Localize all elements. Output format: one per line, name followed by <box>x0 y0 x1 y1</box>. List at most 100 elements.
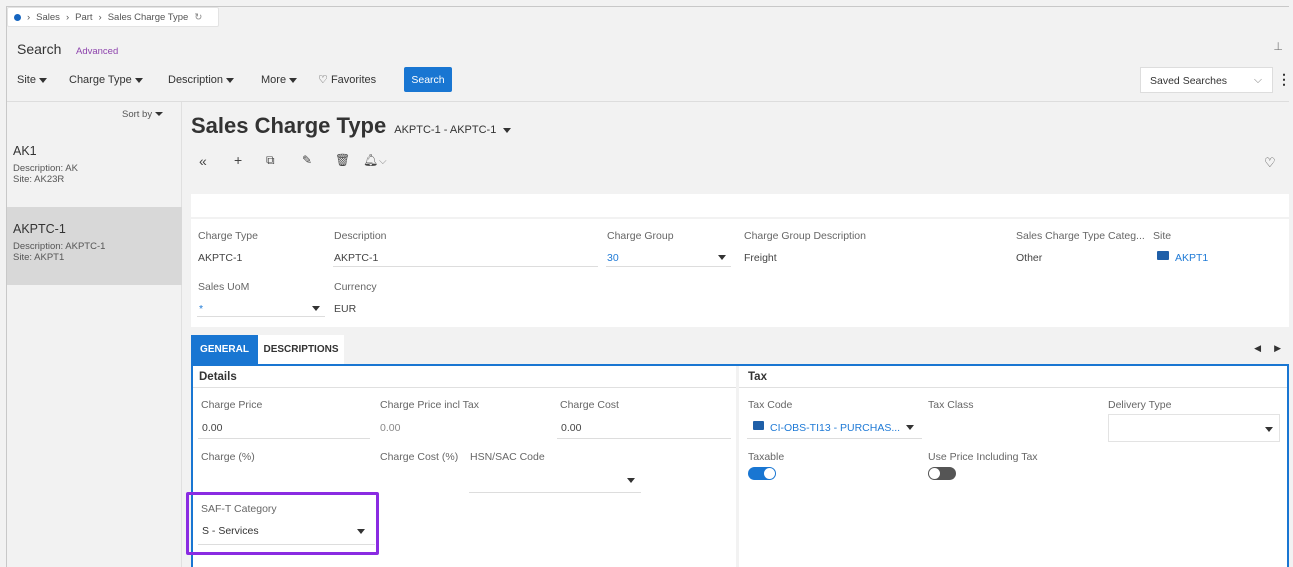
delete-icon[interactable]: 🗑 <box>335 153 350 167</box>
hsn-label: HSN/SAC Code <box>470 451 545 463</box>
chevron-down-icon[interactable] <box>1265 427 1273 432</box>
edit-icon[interactable]: ✎ <box>302 153 312 167</box>
tax-title: Tax <box>748 371 767 383</box>
taxable-label: Taxable <box>748 451 785 463</box>
filter-description[interactable]: Description <box>168 74 235 86</box>
tax-code-icon <box>753 421 764 430</box>
header-form: Charge Type AKPTC-1 Description AKPTC-1 … <box>191 219 1289 327</box>
chevron-down-icon <box>134 77 143 83</box>
bell-icon[interactable]: 🔔︎ <box>363 153 378 167</box>
charge-group-label: Charge Group <box>607 230 674 242</box>
tab-scroll-right-icon[interactable]: ▶ <box>1274 343 1281 354</box>
charge-group-desc-label: Charge Group Description <box>744 230 866 242</box>
breadcrumb-item-current: Sales Charge Type <box>107 11 189 23</box>
pin-icon[interactable]: ⊥ <box>1273 40 1283 53</box>
tax-class-label: Tax Class <box>928 399 974 411</box>
filter-more[interactable]: More <box>261 74 298 86</box>
charge-price-label: Charge Price <box>201 399 263 411</box>
charge-price-value: 0.00 <box>202 422 223 434</box>
advanced-link[interactable]: Advanced <box>76 46 118 57</box>
copy-icon[interactable]: ⧉ <box>266 153 275 168</box>
heart-icon: ♡ <box>318 74 328 86</box>
currency-label: Currency <box>334 281 377 293</box>
chevron-down-icon[interactable] <box>627 478 635 483</box>
chevron-down-icon[interactable]: ⌵ <box>379 156 387 167</box>
filter-site[interactable]: Site <box>17 74 48 86</box>
sales-uom-value: * <box>199 303 204 315</box>
favorites-filter[interactable]: ♡ Favorites <box>318 73 376 86</box>
header-strip <box>191 194 1289 217</box>
chevron-down-icon[interactable] <box>906 425 914 430</box>
site-value[interactable]: AKPT1 <box>1175 252 1208 264</box>
use-price-incl-toggle[interactable] <box>928 467 956 480</box>
details-title: Details <box>199 371 237 383</box>
category-label: Sales Charge Type Categ... <box>1016 230 1145 242</box>
tab-general[interactable]: GENERAL <box>191 335 258 364</box>
description-value: AKPTC-1 <box>334 252 379 264</box>
saved-searches-select[interactable]: Saved Searches ⌵ <box>1140 67 1273 93</box>
chevron-right-icon: › <box>65 11 70 23</box>
charge-group-desc-value: Freight <box>744 252 777 264</box>
charge-price-incl-label: Charge Price incl Tax <box>380 399 480 411</box>
record-list: Sort by AK1 Description: AK Site: AK23R … <box>7 102 182 567</box>
chevron-down-icon <box>39 77 48 83</box>
currency-value: EUR <box>334 303 357 315</box>
description-label: Description <box>334 230 387 242</box>
use-price-incl-label: Use Price Including Tax <box>928 451 1038 463</box>
chevron-down-icon: ⌵ <box>1254 74 1262 86</box>
breadcrumb: › Sales › Part › Sales Charge Type ↻ <box>7 7 219 27</box>
chevron-down-icon <box>289 77 298 83</box>
charge-type-label: Charge Type <box>198 230 258 242</box>
add-icon[interactable]: + <box>234 152 242 168</box>
heart-icon[interactable]: ♡ <box>1264 155 1276 171</box>
refresh-icon[interactable]: ↻ <box>194 12 202 23</box>
filter-charge-type[interactable]: Charge Type <box>69 74 143 86</box>
charge-cost-value: 0.00 <box>561 422 582 434</box>
charge-cost-field[interactable] <box>557 414 731 439</box>
page-title: Sales Charge Type <box>191 113 387 138</box>
breadcrumb-item-sales[interactable]: Sales <box>36 12 60 23</box>
delivery-type-label: Delivery Type <box>1108 399 1172 411</box>
charge-price-field[interactable] <box>198 414 370 439</box>
saft-highlight-box <box>186 492 379 555</box>
chevron-down-icon <box>226 77 235 83</box>
search-button[interactable]: Search <box>404 67 452 92</box>
tax-code-value[interactable]: CI-OBS-TI13 - PURCHAS... <box>770 422 900 434</box>
charge-group-value[interactable]: 30 <box>607 252 619 264</box>
breadcrumb-item-part[interactable]: Part <box>75 12 92 23</box>
sales-uom-select[interactable] <box>197 295 325 317</box>
charge-cost-pct-label: Charge Cost (%) <box>380 451 459 463</box>
record-selector[interactable]: AKPTC-1 - AKPTC-1 <box>394 124 512 136</box>
list-item-selected[interactable]: AKPTC-1 Description: AKPTC-1 Site: AKPT1 <box>7 207 182 285</box>
category-value: Other <box>1016 252 1043 264</box>
tab-descriptions[interactable]: DESCRIPTIONS <box>258 335 344 364</box>
hsn-select[interactable] <box>469 465 641 493</box>
chevron-down-icon <box>154 112 163 117</box>
charge-cost-label: Charge Cost <box>560 399 619 411</box>
chevron-down-icon[interactable] <box>312 306 320 311</box>
delivery-type-select[interactable] <box>1108 414 1280 442</box>
list-item-title: AK1 <box>13 144 37 158</box>
taxable-toggle[interactable] <box>748 467 776 480</box>
sales-uom-label: Sales UoM <box>198 281 250 293</box>
site-icon <box>1157 251 1169 260</box>
more-vertical-icon[interactable]: ⋮ <box>1277 71 1291 88</box>
search-title: Search <box>17 41 62 57</box>
tax-panel: Tax Tax Code CI-OBS-TI13 - PURCHAS... Ta… <box>739 366 1289 567</box>
charge-group-select[interactable] <box>606 245 731 267</box>
tab-bar: GENERAL DESCRIPTIONS ◀ ▶ <box>191 335 1289 364</box>
charge-pct-label: Charge (%) <box>201 451 255 463</box>
home-icon[interactable] <box>14 13 21 21</box>
chevron-right-icon: › <box>27 11 31 23</box>
chevron-down-icon <box>503 127 512 133</box>
search-panel: Search Advanced ⊥ Site Charge Type Descr… <box>7 27 1291 102</box>
chevron-down-icon[interactable] <box>718 255 726 260</box>
list-item[interactable]: AK1 Description: AK Site: AK23R <box>7 138 182 206</box>
chevron-right-icon: › <box>98 11 102 23</box>
sort-by-button[interactable]: Sort by <box>122 109 163 120</box>
list-item-title: AKPTC-1 <box>13 222 66 236</box>
charge-type-value: AKPTC-1 <box>198 252 243 264</box>
tab-scroll-left-icon[interactable]: ◀ <box>1254 343 1261 354</box>
tax-code-label: Tax Code <box>748 399 793 411</box>
back-icon[interactable]: « <box>199 153 207 169</box>
